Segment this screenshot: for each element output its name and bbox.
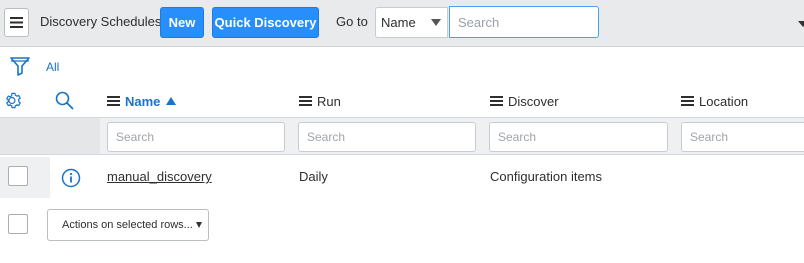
column-label: Discover: [508, 93, 559, 109]
caret-down-icon: [431, 19, 441, 26]
column-menu-icon[interactable]: [681, 96, 694, 106]
info-circle-icon[interactable]: [61, 168, 81, 188]
goto-label: Go to: [336, 14, 368, 29]
column-label: Name: [125, 93, 161, 109]
actions-select-label: Actions on selected rows...: [62, 219, 193, 231]
magnifier-search-icon[interactable]: [55, 91, 74, 110]
sort-ascending-icon: [166, 97, 177, 105]
table-row-discover: Configuration items: [490, 169, 602, 184]
caret-down-icon: [196, 222, 202, 228]
column-header-discover[interactable]: Discover: [490, 89, 559, 113]
breadcrumb-all-link[interactable]: All: [46, 60, 59, 74]
search-row-spacer: [0, 118, 100, 154]
new-button[interactable]: New: [160, 7, 204, 38]
run-search-input[interactable]: [298, 122, 476, 152]
list-header-bar: Discovery Schedules New Quick Discovery …: [0, 0, 804, 47]
column-label: Location: [699, 93, 749, 109]
column-search-row: [0, 117, 804, 155]
column-header-name[interactable]: Name: [107, 89, 177, 113]
quick-discovery-button[interactable]: Quick Discovery: [212, 7, 319, 38]
hamburger-menu-button[interactable]: [4, 8, 29, 37]
page-title: Discovery Schedules: [40, 14, 162, 29]
funnel-filter-icon[interactable]: [9, 55, 31, 77]
goto-field-select[interactable]: Name: [375, 7, 448, 38]
column-menu-icon[interactable]: [107, 96, 120, 106]
caret-down-icon[interactable]: [798, 21, 804, 27]
column-menu-icon[interactable]: [299, 96, 312, 106]
column-header-location[interactable]: Location: [681, 89, 748, 113]
discover-search-input[interactable]: [489, 122, 668, 152]
goto-search-input[interactable]: [449, 6, 599, 38]
name-search-input[interactable]: [107, 122, 285, 152]
actions-on-selected-rows-select[interactable]: Actions on selected rows...: [47, 209, 209, 241]
gear-icon[interactable]: [4, 91, 23, 110]
column-menu-icon[interactable]: [490, 96, 503, 106]
table-row-name-link[interactable]: manual_discovery: [107, 169, 212, 184]
column-label: Run: [317, 93, 341, 109]
row-select-checkbox[interactable]: [8, 166, 28, 186]
select-all-checkbox[interactable]: [8, 214, 28, 234]
hamburger-menu-icon: [10, 17, 23, 28]
location-search-input[interactable]: [681, 122, 804, 152]
goto-select-value: Name: [381, 15, 416, 30]
column-header-run[interactable]: Run: [299, 89, 341, 113]
table-row-run: Daily: [299, 169, 328, 184]
